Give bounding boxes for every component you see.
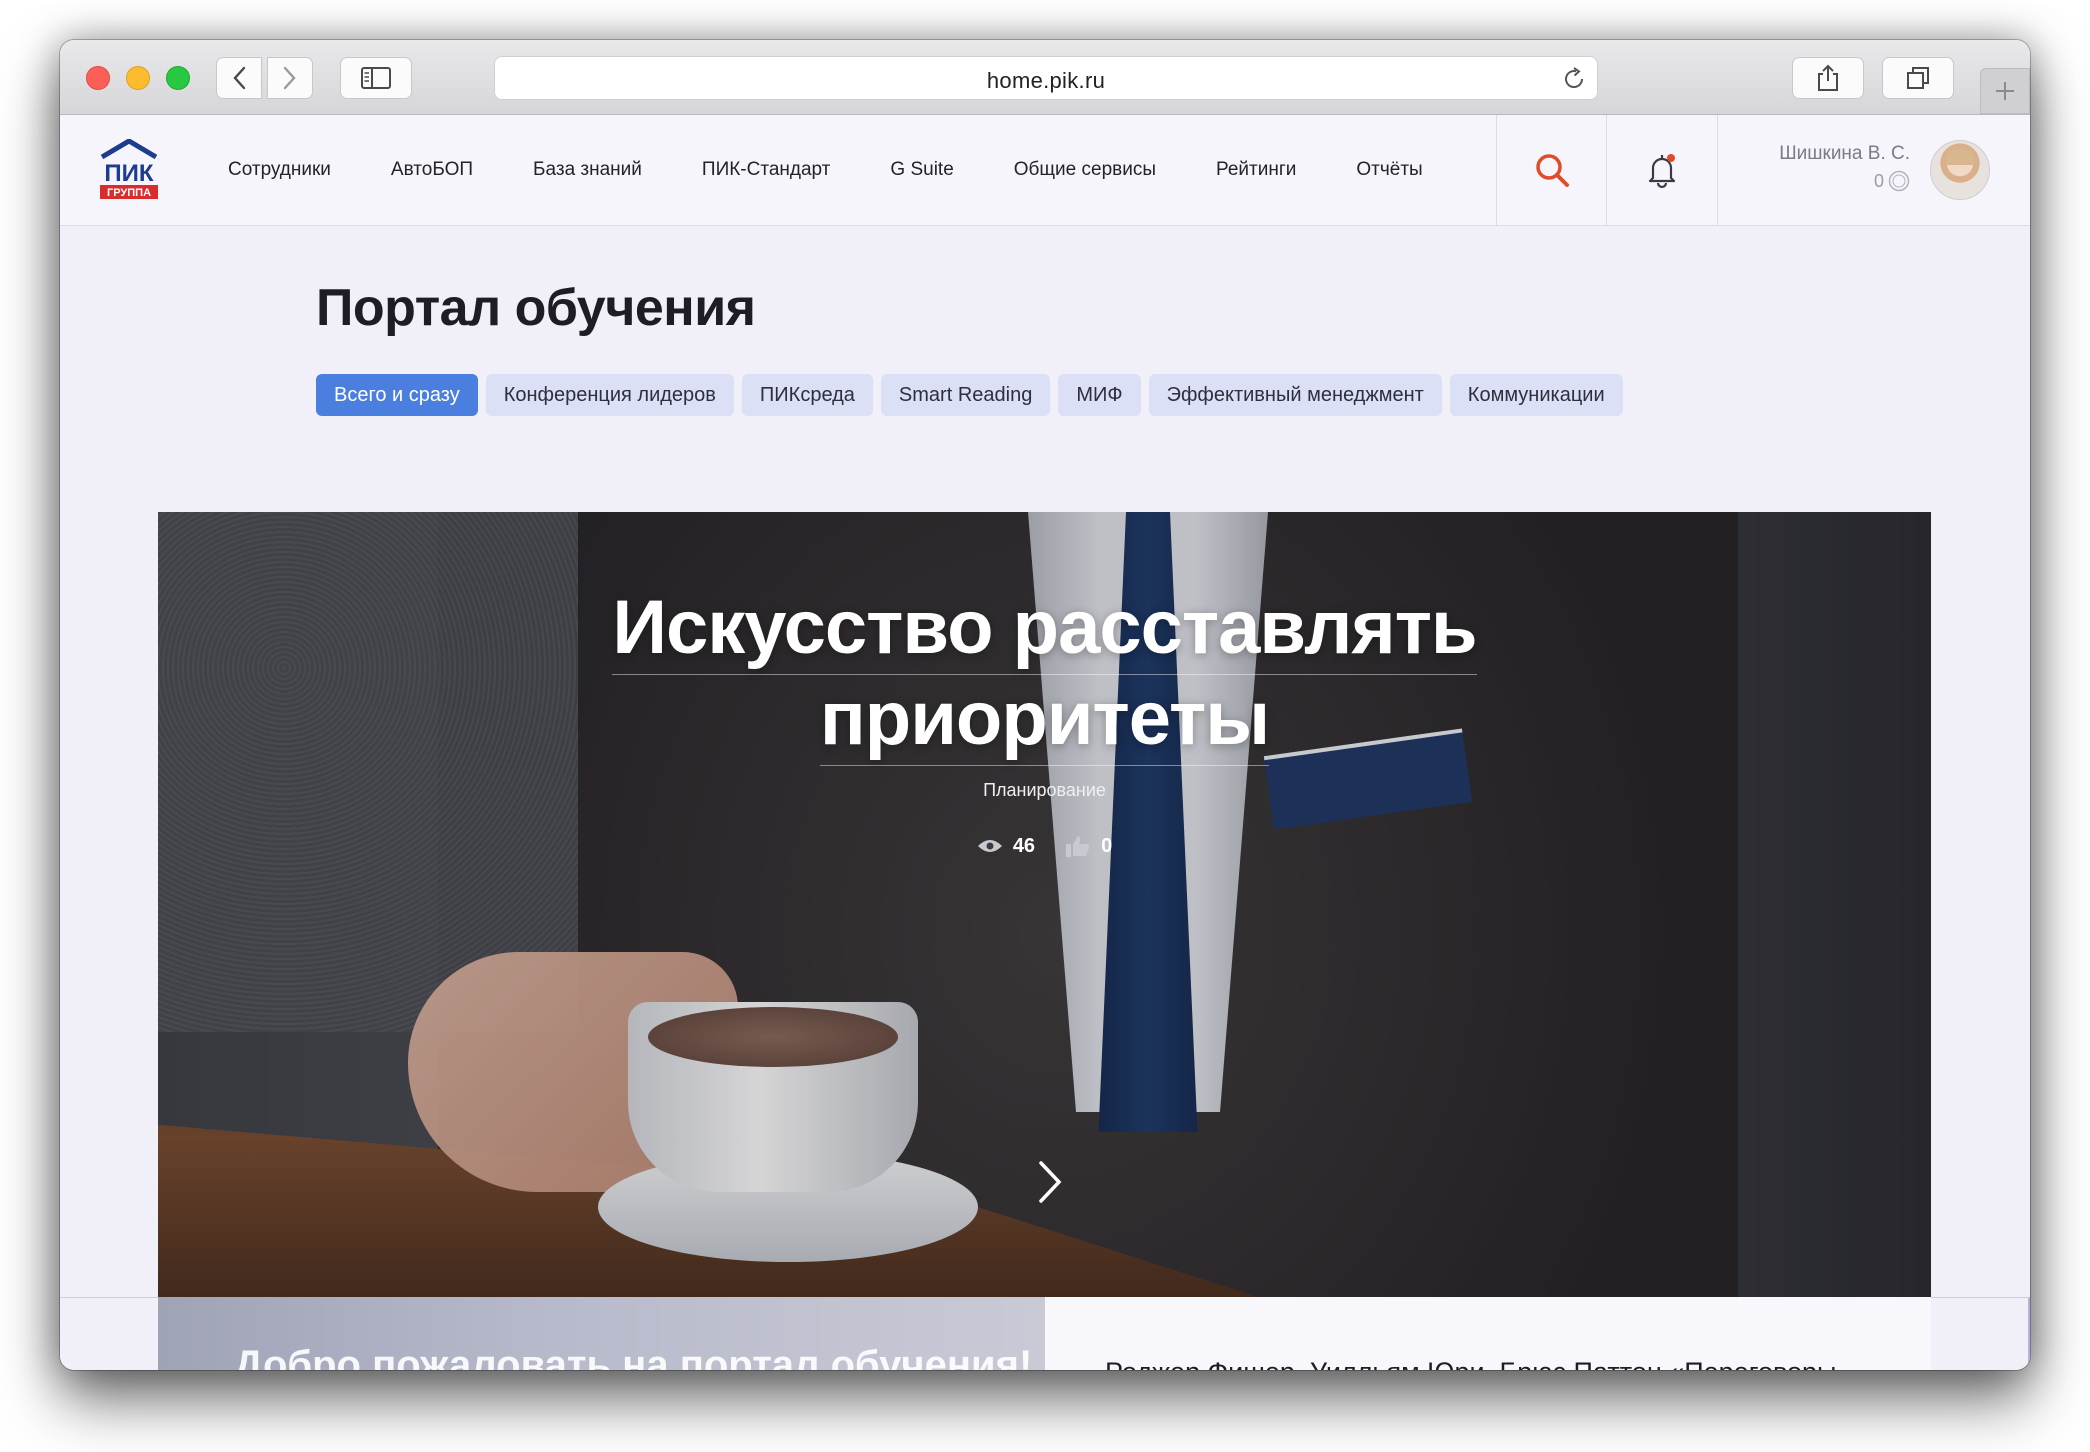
svg-text:ГРУППА: ГРУППА: [107, 187, 151, 199]
hero-banner[interactable]: Искусство расставлять приоритеты Планиро…: [158, 512, 1931, 1297]
hero-category: Планирование: [983, 780, 1106, 800]
chevron-left-icon: [233, 66, 246, 90]
chip-communications[interactable]: Коммуникации: [1449, 374, 1623, 416]
nav-item-knowledge-base[interactable]: База знаний: [533, 159, 642, 181]
back-button[interactable]: [216, 57, 262, 99]
tabs-icon: [1907, 67, 1929, 89]
likes-stat[interactable]: 0: [1065, 834, 1112, 858]
views-stat: 46: [977, 834, 1035, 858]
hero-title-line2: приоритеты: [819, 675, 1270, 766]
address-bar[interactable]: home.pik.ru: [494, 56, 1598, 100]
chip-smart-reading[interactable]: Smart Reading: [880, 374, 1051, 416]
coin-icon: [1888, 170, 1910, 192]
sidebar-toggle-button[interactable]: [340, 57, 412, 99]
share-icon: [1818, 64, 1838, 91]
main-nav: Сотрудники АвтоБОП База знаний ПИК-Станд…: [228, 115, 1483, 225]
browser-toolbar: home.pik.ru: [60, 40, 2030, 115]
nav-item-employees[interactable]: Сотрудники: [228, 159, 331, 181]
browser-window: home.pik.ru ПИК ГРУППА Сотрудники АвтоБО…: [60, 40, 2030, 1370]
notifications-button[interactable]: [1606, 115, 1718, 225]
book-title: Роджер Фишер, Уилльям Юри, Брюс Паттон «…: [1105, 1357, 1836, 1370]
hero-title[interactable]: Искусство расставлять приоритеты: [158, 584, 1931, 766]
chevron-right-icon: [283, 66, 296, 90]
show-tabs-button[interactable]: [1882, 57, 1954, 99]
hero-stats: 46 0: [158, 834, 1931, 858]
welcome-title: Добро пожаловать на портал обучения!: [234, 1343, 1033, 1370]
bell-icon: [1648, 154, 1676, 189]
nav-item-ratings[interactable]: Рейтинги: [1216, 159, 1296, 181]
thumbs-up-icon: [1066, 836, 1090, 857]
site-header: ПИК ГРУППА Сотрудники АвтоБОП База знани…: [60, 115, 2030, 226]
pik-logo[interactable]: ПИК ГРУППА: [98, 139, 160, 201]
plus-icon: [1996, 82, 2014, 100]
nav-item-gsuite[interactable]: G Suite: [890, 159, 953, 181]
welcome-card[interactable]: Добро пожаловать на портал обучения!: [158, 1297, 1045, 1370]
new-tab-button[interactable]: [1980, 68, 2030, 114]
search-button[interactable]: [1496, 115, 1607, 225]
reload-icon[interactable]: [1561, 66, 1587, 92]
search-icon: [1536, 154, 1569, 187]
nav-item-common-services[interactable]: Общие сервисы: [1014, 159, 1156, 181]
coins-count: 0: [1873, 170, 1884, 191]
eye-icon: [977, 840, 1002, 852]
nav-item-pik-standard[interactable]: ПИК-Стандарт: [702, 159, 830, 181]
user-coins: 0: [1874, 170, 1910, 192]
chevron-right-icon[interactable]: [1035, 1157, 1065, 1207]
page-title: Портал обучения: [316, 279, 756, 337]
avatar[interactable]: [1930, 140, 1990, 200]
site: ПИК ГРУППА Сотрудники АвтоБОП База знани…: [60, 115, 2030, 1370]
svg-text:ПИК: ПИК: [104, 160, 154, 187]
nav-item-avtobop[interactable]: АвтоБОП: [391, 159, 473, 181]
close-window-button[interactable]: [86, 66, 110, 90]
user-name[interactable]: Шишкина В. С.: [1779, 143, 1910, 165]
hero-title-line1: Искусство расставлять: [612, 584, 1478, 675]
category-filter: Всего и сразу Конференция лидеров ПИКсре…: [316, 374, 1623, 416]
chip-mif[interactable]: МИФ: [1058, 374, 1141, 416]
sidebar-icon: [361, 67, 391, 89]
chip-all[interactable]: Всего и сразу: [316, 374, 478, 416]
forward-button[interactable]: [267, 57, 313, 99]
share-button[interactable]: [1792, 57, 1864, 99]
chip-leaders-conference[interactable]: Конференция лидеров: [485, 374, 734, 416]
likes-count: 0: [1101, 834, 1113, 857]
zoom-window-button[interactable]: [166, 66, 190, 90]
url-text: home.pik.ru: [986, 68, 1106, 93]
minimize-window-button[interactable]: [126, 66, 150, 90]
chip-effective-management[interactable]: Эффективный менеджмент: [1148, 374, 1442, 416]
nav-item-reports[interactable]: Отчёты: [1356, 159, 1422, 181]
views-count: 46: [1012, 834, 1036, 857]
chip-pik-sreda[interactable]: ПИКсреда: [741, 374, 873, 416]
book-card[interactable]: Роджер Фишер, Уилльям Юри, Брюс Паттон «…: [1045, 1297, 1931, 1370]
